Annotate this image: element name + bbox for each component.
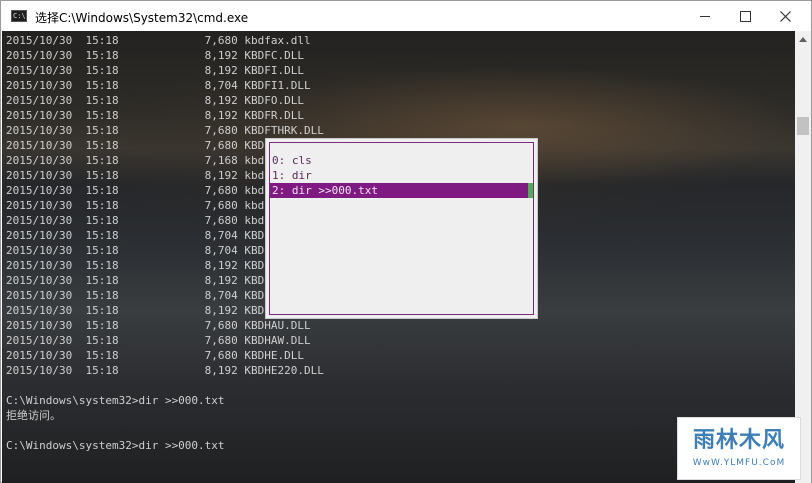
minimize-button[interactable] (685, 1, 725, 31)
watermark-logo: 雨林木风 WwW.YLMFU.CoM (677, 417, 801, 480)
watermark-url: WwW.YLMFU.CoM (692, 458, 786, 468)
window-title: 选择C:\Windows\System32\cmd.exe (35, 11, 249, 25)
history-item-2[interactable]: 2: dir >>000.txt (270, 183, 528, 198)
scroll-up-arrow-icon[interactable] (799, 37, 807, 42)
title-bar[interactable]: C:\ 选择C:\Windows\System32\cmd.exe (1, 1, 811, 31)
watermark-logo-text: 雨林木风 (692, 428, 785, 453)
history-item-0[interactable]: 0: cls (270, 153, 528, 168)
cmd-app-icon[interactable]: C:\ (11, 10, 27, 22)
selection-marker (528, 183, 533, 198)
close-icon (779, 10, 791, 22)
minimize-icon (700, 15, 710, 17)
cmd-window: C:\ 选择C:\Windows\System32\cmd.exe 2015/1… (0, 0, 812, 483)
history-item-1[interactable]: 1: dir (270, 168, 528, 183)
console-area[interactable]: 2015/10/30 15:18 7,680 kbdfax.dll 2015/1… (2, 31, 795, 483)
popup-frame (533, 142, 534, 315)
popup-frame (269, 314, 534, 315)
scroll-thumb[interactable] (797, 117, 809, 135)
maximize-icon (739, 10, 751, 22)
command-history-popup[interactable]: 0: cls 1: dir 2: dir >>000.txt (265, 138, 538, 319)
maximize-button[interactable] (725, 1, 765, 31)
close-button[interactable] (765, 1, 805, 31)
popup-frame (269, 142, 534, 143)
vertical-scrollbar[interactable] (795, 31, 811, 483)
